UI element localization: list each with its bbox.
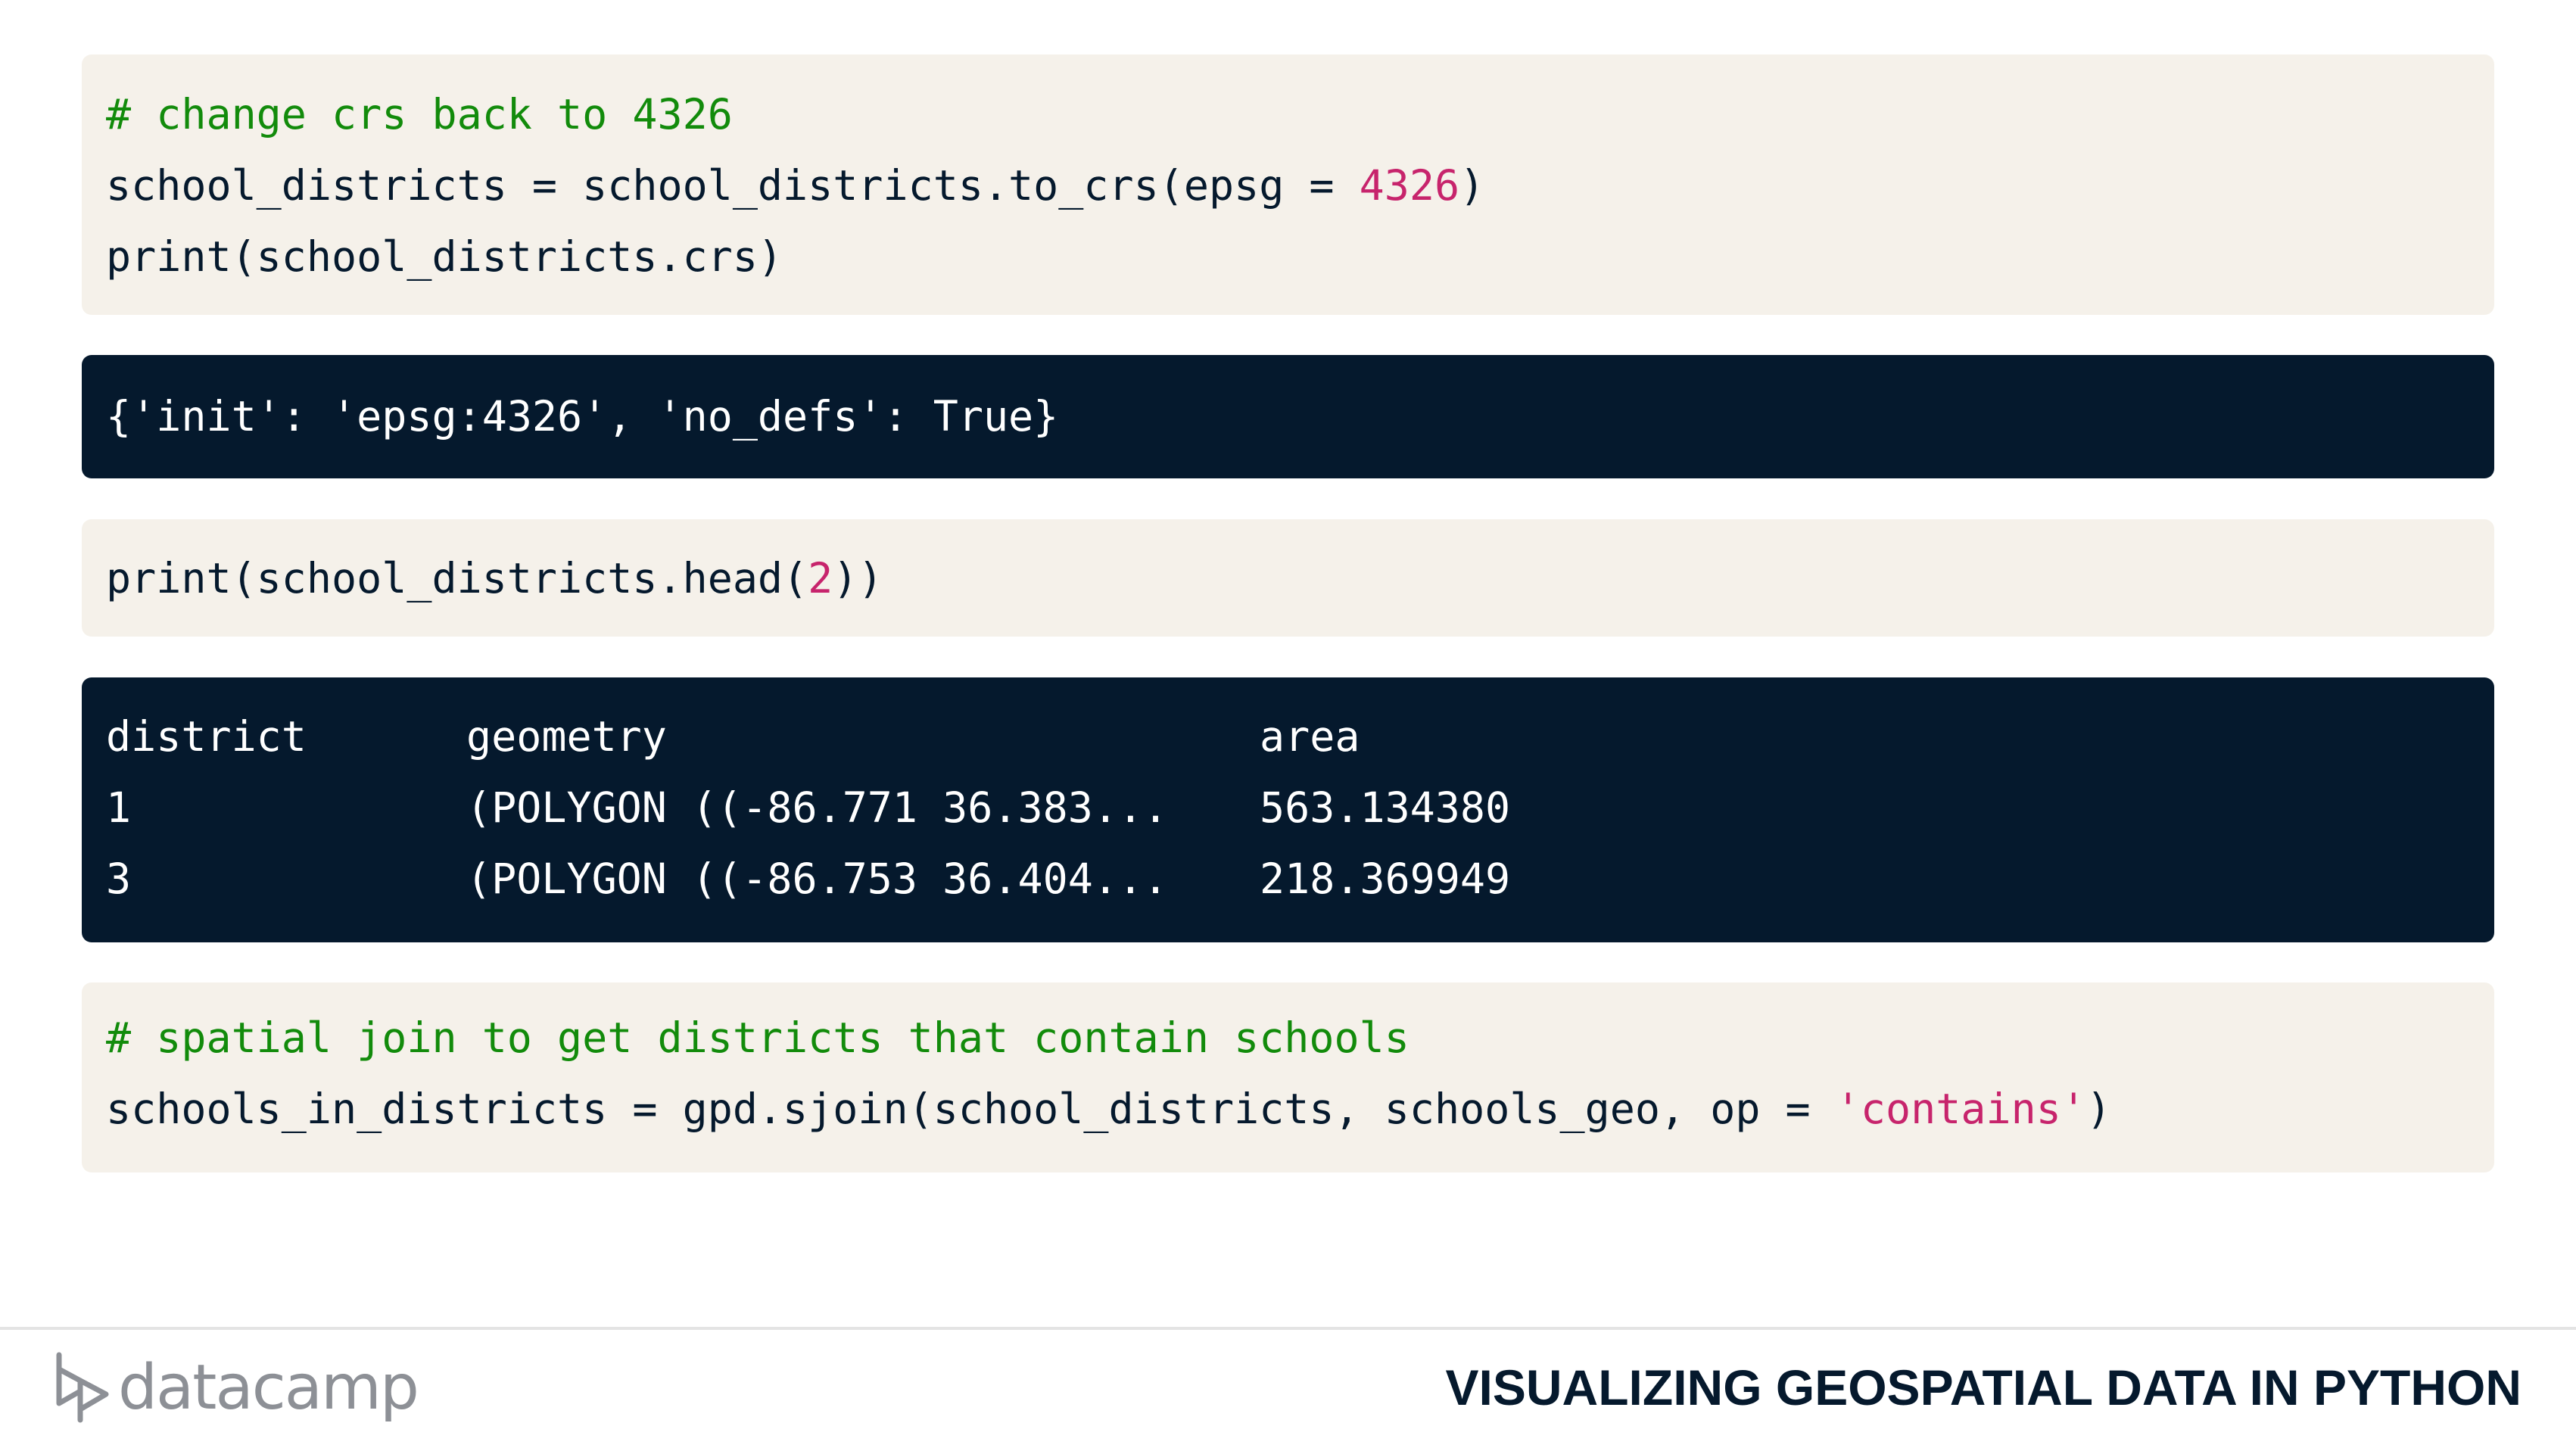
logo-wordmark: datacamp <box>118 1351 419 1424</box>
table-cell: 3 <box>106 855 132 903</box>
datacamp-logo: datacamp <box>53 1346 419 1429</box>
code-text: ) <box>2085 1085 2112 1133</box>
table-header-district: district <box>106 712 307 761</box>
number-literal: 2 <box>808 554 833 603</box>
table-header-area: area <box>1260 712 1360 761</box>
table-cell: 218.369949 <box>1260 855 1511 903</box>
code-block-crs-change: # change crs back to 4326 school_distric… <box>82 54 2494 315</box>
code-text: ) <box>1459 161 1485 210</box>
code-block-head: print(school_districts.head(2)) <box>82 519 2494 637</box>
code-text: )) <box>833 554 883 603</box>
table-header-geometry: geometry <box>466 712 667 761</box>
code-text: print(school_districts.head( <box>106 554 808 603</box>
table-cell: 563.134380 <box>1260 783 1511 832</box>
table-cell: (POLYGON ((-86.753 36.404... <box>466 855 1169 903</box>
code-comment: # spatial join to get districts that con… <box>106 1014 1409 1062</box>
output-block-head-table: district geometry area 1 (POLYGON ((-86.… <box>82 677 2494 942</box>
code-line: school_districts = school_districts.to_c… <box>106 160 1484 210</box>
course-title: VISUALIZING GEOSPATIAL DATA IN PYTHON <box>1445 1359 2521 1415</box>
code-text: school_districts = school_districts.to_c… <box>106 161 1360 210</box>
output-block-crs: {'init': 'epsg:4326', 'no_defs': True} <box>82 355 2494 478</box>
code-block-spatial-join: # spatial join to get districts that con… <box>82 982 2494 1172</box>
table-cell: (POLYGON ((-86.771 36.383... <box>466 783 1169 832</box>
number-literal: 4326 <box>1359 161 1460 210</box>
code-line: print(school_districts.head(2)) <box>106 553 883 603</box>
datacamp-logo-icon <box>56 1352 109 1423</box>
code-line: print(school_districts.crs) <box>106 232 783 281</box>
footer-divider <box>0 1327 2576 1330</box>
output-line: {'init': 'epsg:4326', 'no_defs': True} <box>106 392 1059 441</box>
table-cell: 1 <box>106 783 132 832</box>
code-line: schools_in_districts = gpd.sjoin(school_… <box>106 1084 2111 1134</box>
code-comment: # change crs back to 4326 <box>106 90 733 139</box>
code-text: schools_in_districts = gpd.sjoin(school_… <box>106 1085 1836 1133</box>
string-literal: 'contains' <box>1835 1085 2086 1133</box>
